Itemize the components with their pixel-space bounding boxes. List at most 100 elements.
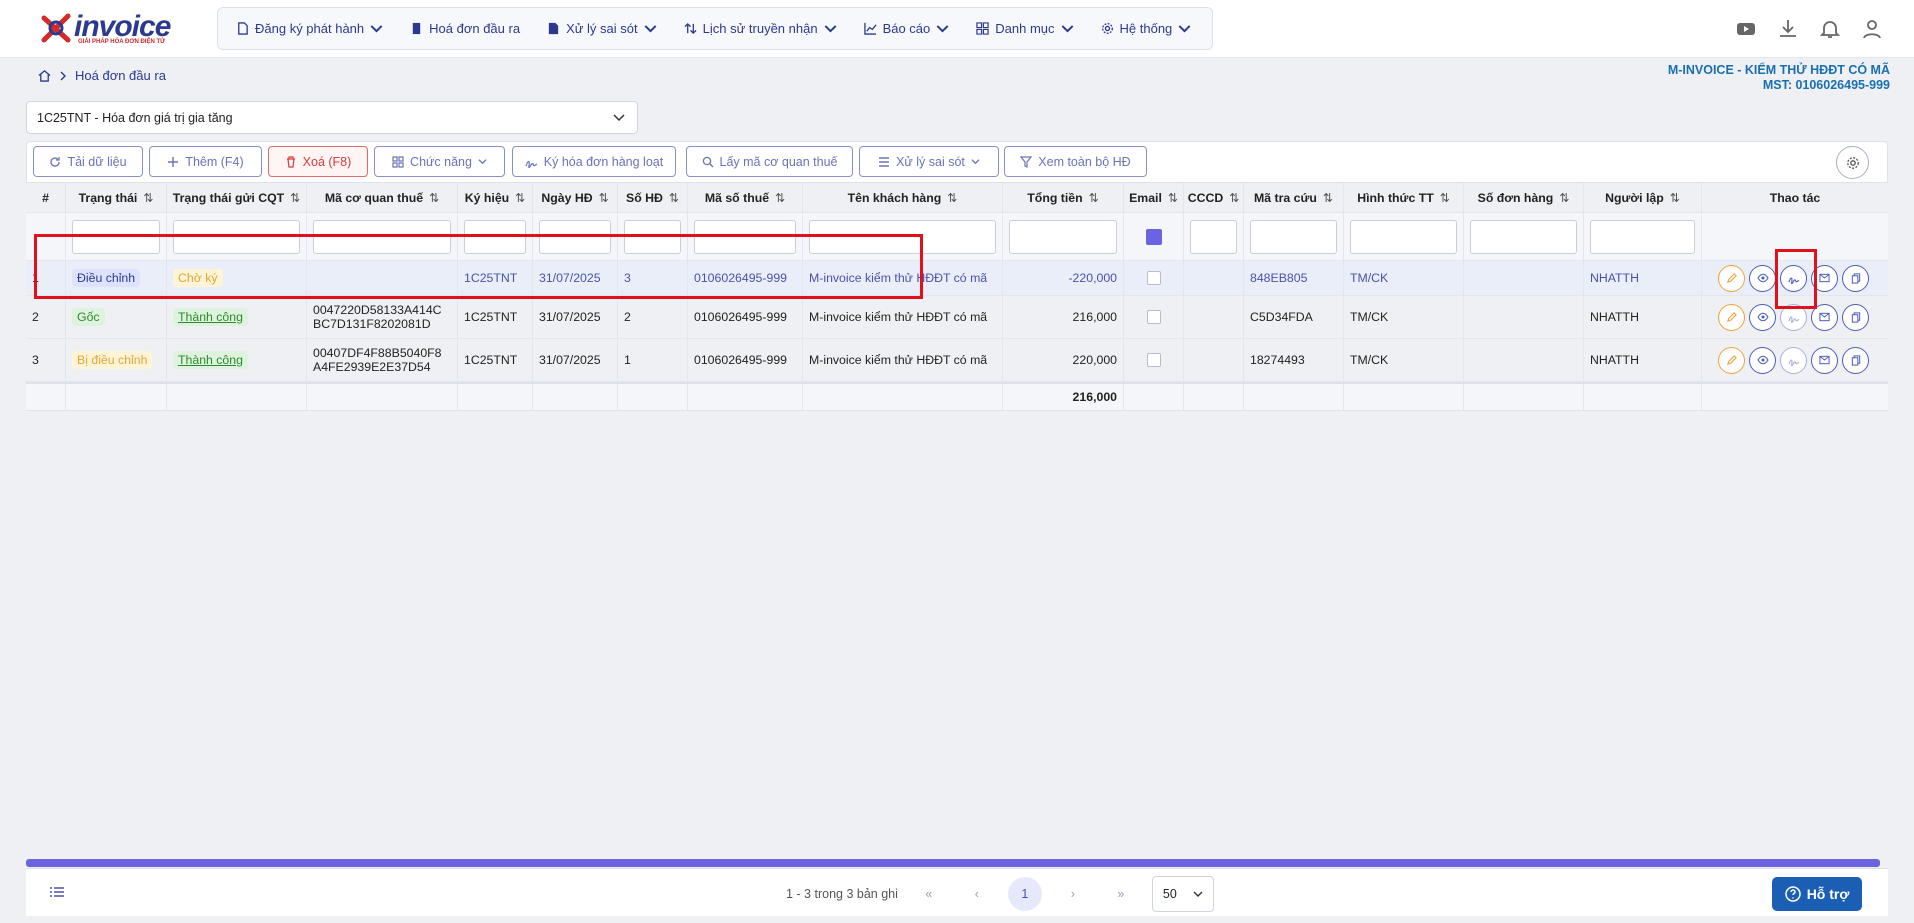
filter-lookup-input[interactable] [1250, 219, 1337, 254]
row-index: 2 [26, 296, 66, 338]
edit-button[interactable] [1718, 264, 1745, 292]
company-info: M-INVOICE - KIỂM THỬ HĐĐT CÓ MÃ MST: 010… [1668, 63, 1890, 93]
filter-email-checkbox[interactable] [1145, 228, 1162, 245]
edit-button[interactable] [1718, 303, 1745, 331]
filter-order-input[interactable] [1470, 219, 1577, 254]
view-button[interactable] [1749, 303, 1776, 331]
sort-icon[interactable]: ⇅ [1559, 191, 1569, 205]
user-icon[interactable] [1860, 17, 1884, 41]
horizontal-scrollbar[interactable] [26, 859, 1880, 867]
copy-button[interactable] [1842, 346, 1869, 374]
col-customer[interactable]: Tên khách hàng ⇅ [803, 183, 1003, 212]
row-email-checkbox[interactable] [1146, 353, 1161, 367]
col-cccd[interactable]: CCCD ⇅ [1184, 183, 1244, 212]
filter-creator-input[interactable] [1590, 219, 1695, 254]
add-button[interactable]: Thêm (F4) [149, 146, 262, 177]
list-icon[interactable] [50, 886, 64, 898]
col-send-status[interactable]: Trạng thái gửi CQT ⇅ [167, 183, 307, 212]
page-button-current[interactable]: 1 [1007, 877, 1042, 911]
row-total: 216,000 [1003, 296, 1124, 338]
view-button[interactable] [1749, 346, 1776, 374]
table-row[interactable]: 2 Gốc Thành công 0047220D58133A414C BC7D… [26, 296, 1888, 339]
copy-button[interactable] [1842, 264, 1869, 292]
sort-icon[interactable]: ⇅ [599, 191, 609, 205]
email-button[interactable] [1811, 346, 1838, 374]
handle-errors-button[interactable]: Xử lý sai sót [859, 146, 999, 177]
col-tax-authority-code[interactable]: Mã cơ quan thuế ⇅ [307, 183, 458, 212]
col-label: Mã tra cứu [1254, 190, 1317, 205]
menu-item-xu-ly-sai-sot[interactable]: Xử lý sai sót [547, 21, 657, 36]
view-all-button[interactable]: Xem toàn bộ HĐ [1004, 146, 1147, 177]
menu-item-danh-muc[interactable]: Danh mục [976, 21, 1073, 36]
sign-button[interactable] [1780, 346, 1807, 374]
table-row[interactable]: 3 Bị điều chỉnh Thành công 00407DF4F88B5… [26, 339, 1888, 382]
col-date[interactable]: Ngày HĐ ⇅ [533, 183, 618, 212]
invoice-series-select[interactable]: 1C25TNT - Hóa đơn giá trị gia tăng [26, 101, 638, 134]
breadcrumb-current[interactable]: Hoá đơn đầu ra [75, 68, 166, 83]
delete-button[interactable]: Xoá (F8) [268, 146, 368, 177]
col-label: Trạng thái gửi CQT [172, 190, 285, 205]
sort-icon[interactable]: ⇅ [947, 191, 957, 205]
row-email-checkbox[interactable] [1146, 271, 1161, 285]
first-page-button[interactable]: « [912, 877, 946, 911]
download-icon[interactable] [1776, 17, 1800, 41]
menu-item-he-thong[interactable]: Hệ thống [1101, 21, 1192, 36]
col-lookup[interactable]: Mã tra cứu ⇅ [1244, 183, 1344, 212]
sort-icon[interactable]: ⇅ [1670, 191, 1680, 205]
sort-icon[interactable]: ⇅ [515, 191, 525, 205]
next-page-button[interactable]: › [1056, 877, 1090, 911]
grid-settings-button[interactable] [1836, 146, 1869, 179]
col-creator[interactable]: Người lập ⇅ [1584, 183, 1702, 212]
send-status-badge[interactable]: Thành công [173, 351, 248, 369]
sort-icon[interactable]: ⇅ [290, 191, 300, 205]
status-badge: Bị điều chỉnh [72, 351, 153, 369]
row-actions [1702, 339, 1888, 381]
get-tax-code-button[interactable]: Lấy mã cơ quan thuế [686, 146, 853, 177]
col-email[interactable]: Email ⇅ [1124, 183, 1184, 212]
sort-icon[interactable]: ⇅ [1168, 191, 1178, 205]
menu-item-lich-su-truyen-nhan[interactable]: Lịch sử truyền nhận [684, 21, 837, 36]
copy-button[interactable] [1842, 303, 1869, 331]
filter-cccd-input[interactable] [1190, 219, 1237, 254]
sort-icon[interactable]: ⇅ [1089, 191, 1099, 205]
col-symbol[interactable]: Ký hiệu ⇅ [458, 183, 533, 212]
summary-cell [1584, 384, 1702, 410]
col-status[interactable]: Trạng thái ⇅ [66, 183, 167, 212]
row-email-checkbox[interactable] [1146, 310, 1161, 324]
get-tax-code-label: Lấy mã cơ quan thuế [719, 154, 838, 169]
sort-icon[interactable]: ⇅ [429, 191, 439, 205]
view-button[interactable] [1749, 264, 1776, 292]
bell-icon[interactable] [1818, 17, 1842, 41]
menu-item-hoa-don-dau-ra[interactable]: Hoá đơn đầu ra [410, 21, 520, 36]
edit-button[interactable] [1718, 346, 1745, 374]
youtube-icon[interactable] [1734, 17, 1758, 41]
help-button[interactable]: Hỗ trợ [1772, 877, 1862, 911]
filter-payment-input[interactable] [1350, 219, 1457, 254]
col-total[interactable]: Tổng tiền ⇅ [1003, 183, 1124, 212]
sort-icon[interactable]: ⇅ [1323, 191, 1333, 205]
sort-icon[interactable]: ⇅ [775, 191, 785, 205]
send-status-badge[interactable]: Thành công [173, 308, 248, 326]
col-order[interactable]: Số đơn hàng ⇅ [1464, 183, 1584, 212]
batch-sign-button[interactable]: Ký hóa đơn hàng loạt [512, 146, 676, 177]
logo[interactable]: invoice GIẢI PHÁP HÓA ĐƠN ĐIỆN TỬ [38, 10, 178, 48]
functions-button[interactable]: Chức năng [374, 146, 505, 177]
prev-page-button[interactable]: ‹ [960, 877, 994, 911]
reload-button[interactable]: Tải dữ liệu [33, 146, 143, 177]
signature-icon [1787, 315, 1799, 323]
last-page-button[interactable]: » [1104, 877, 1138, 911]
sort-icon[interactable]: ⇅ [143, 191, 153, 205]
sort-icon[interactable]: ⇅ [1440, 191, 1450, 205]
home-icon[interactable] [38, 69, 51, 82]
filter-cccd [1184, 213, 1244, 260]
page-size-select[interactable]: 50 [1151, 876, 1214, 912]
sort-icon[interactable]: ⇅ [669, 191, 679, 205]
col-number[interactable]: Số HĐ ⇅ [618, 183, 688, 212]
menu-item-dang-ky-phat-hanh[interactable]: Đăng ký phát hành [236, 21, 383, 36]
sort-icon[interactable]: ⇅ [1229, 191, 1239, 205]
filter-total-input[interactable] [1009, 219, 1117, 254]
col-label: Số đơn hàng [1477, 190, 1554, 205]
col-payment[interactable]: Hình thức TT ⇅ [1344, 183, 1464, 212]
col-tax-id[interactable]: Mã số thuế ⇅ [688, 183, 803, 212]
menu-item-bao-cao[interactable]: Báo cáo [863, 21, 950, 36]
